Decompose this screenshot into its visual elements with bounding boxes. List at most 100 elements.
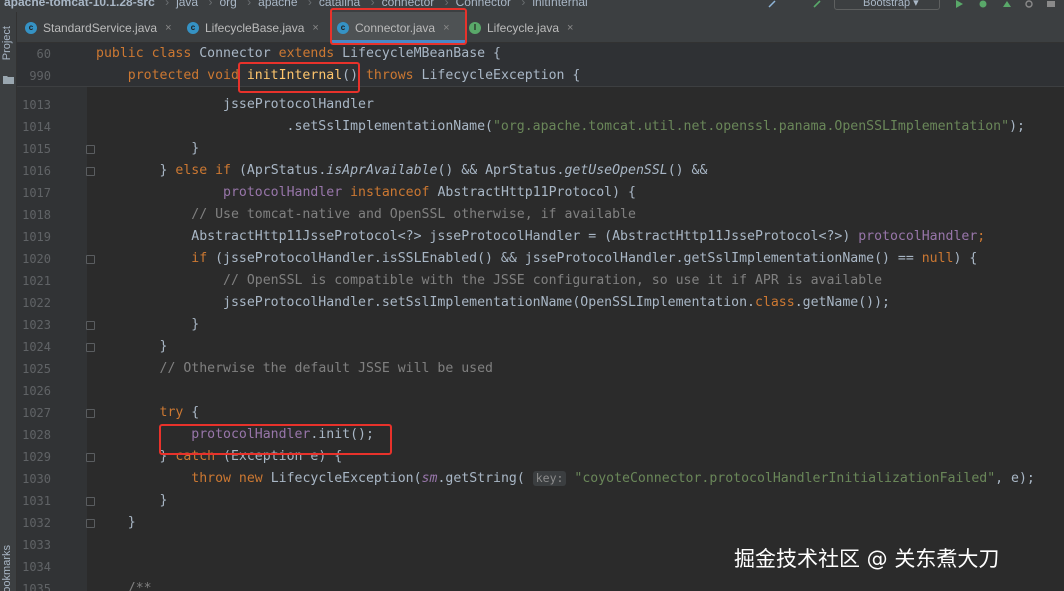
close-icon[interactable]: ×: [165, 22, 171, 34]
code-token: .setSslImplementationName(: [96, 119, 493, 134]
line-number[interactable]: 1026: [17, 380, 51, 402]
run-config-label: Bootstrap: [863, 0, 911, 9]
code-line[interactable]: if (jsseProtocolHandler.isSSLEnabled() &…: [96, 248, 977, 270]
line-number[interactable]: 1017: [17, 182, 51, 204]
code-line[interactable]: }: [96, 314, 199, 336]
line-number[interactable]: 1031: [17, 490, 51, 512]
chevron-down-icon: ▾: [913, 0, 919, 9]
fold-marker-icon[interactable]: [86, 145, 95, 154]
code-line[interactable]: // Use tomcat-native and OpenSSL otherwi…: [96, 204, 636, 226]
close-icon[interactable]: ×: [567, 22, 573, 34]
code-line[interactable]: } else if (AprStatus.isAprAvailable() &&…: [96, 160, 708, 182]
breadcrumb-item[interactable]: initInternal: [532, 0, 587, 9]
code-token: }: [96, 339, 168, 354]
line-number[interactable]: 1023: [17, 314, 51, 336]
code-token: jsseProtocolHandler: [223, 97, 374, 112]
line-number[interactable]: 1033: [17, 534, 51, 556]
tab-lifecyclebase[interactable]: c LifecycleBase.java ×: [187, 12, 337, 43]
breadcrumb-project[interactable]: apache-tomcat-10.1.28-src: [4, 0, 155, 9]
line-number[interactable]: 1013: [17, 94, 51, 116]
bookmarks-tool-window-button[interactable]: Bookmarks: [1, 545, 13, 591]
code-line[interactable]: }: [96, 512, 136, 534]
line-number[interactable]: 990: [17, 65, 51, 87]
tab-label: Lifecycle.java: [487, 20, 560, 35]
fold-marker-icon[interactable]: [86, 167, 95, 176]
folder-icon[interactable]: [3, 75, 14, 84]
line-number[interactable]: 1024: [17, 336, 51, 358]
project-tool-window-button[interactable]: Project: [1, 26, 13, 60]
code-token: , e);: [995, 471, 1035, 486]
code-line[interactable]: /**: [96, 578, 152, 591]
code-line[interactable]: }: [96, 336, 168, 358]
tab-standardservice[interactable]: c StandardService.java ×: [25, 12, 185, 43]
fold-marker-icon[interactable]: [86, 519, 95, 528]
code-line[interactable]: jsseProtocolHandler.setSslImplementation…: [96, 292, 890, 314]
code-line[interactable]: AbstractHttp11JsseProtocol<?> jsseProtoc…: [96, 226, 985, 248]
code-line[interactable]: // Otherwise the default JSSE will be us…: [96, 358, 493, 380]
line-number[interactable]: 1015: [17, 138, 51, 160]
code-token: () && AprStatus.: [437, 163, 565, 178]
line-number[interactable]: 1032: [17, 512, 51, 534]
code-line[interactable]: try {: [96, 402, 200, 424]
code-token: throws: [365, 68, 422, 83]
code-line[interactable]: throw new LifecycleException(sm.getStrin…: [96, 468, 1035, 490]
code-token: protocolHandler: [223, 185, 351, 200]
line-number[interactable]: 1029: [17, 446, 51, 468]
stop-icon[interactable]: [1046, 0, 1056, 8]
profile-icon[interactable]: [1024, 0, 1034, 8]
code-token: AbstractHttp11Protocol) {: [437, 185, 636, 200]
line-number[interactable]: 1030: [17, 468, 51, 490]
code-line[interactable]: }: [96, 490, 168, 512]
editor-tab-bar: c StandardService.java × c LifecycleBase…: [17, 12, 1064, 43]
interface-icon: I: [469, 21, 481, 34]
debug-icon[interactable]: [978, 0, 988, 8]
line-number[interactable]: 1028: [17, 424, 51, 446]
line-number[interactable]: 1016: [17, 160, 51, 182]
close-icon[interactable]: ×: [312, 22, 318, 34]
line-number[interactable]: 1025: [17, 358, 51, 380]
fold-marker-icon[interactable]: [86, 497, 95, 506]
breadcrumb-item[interactable]: apache: [258, 0, 297, 9]
line-number[interactable]: 1022: [17, 292, 51, 314]
line-number[interactable]: 1034: [17, 556, 51, 578]
fold-marker-icon[interactable]: [86, 453, 95, 462]
code-line[interactable]: jsseProtocolHandler: [96, 94, 374, 116]
fold-marker-icon[interactable]: [86, 409, 95, 418]
code-token: .getString(: [437, 471, 533, 486]
tab-lifecycle[interactable]: I Lifecycle.java ×: [469, 12, 599, 43]
code-token: }: [96, 317, 200, 332]
code-token: sm: [421, 471, 438, 486]
code-line[interactable]: // OpenSSL is compatible with the JSSE c…: [96, 270, 882, 292]
breadcrumb-item[interactable]: java: [176, 0, 198, 9]
build-arrow-icon[interactable]: [812, 0, 822, 8]
code-token: LifecycleException {: [421, 68, 581, 83]
fold-marker-icon[interactable]: [86, 255, 95, 264]
line-number[interactable]: 1035: [17, 578, 51, 591]
code-token: null: [921, 251, 954, 266]
fold-marker-icon[interactable]: [86, 321, 95, 330]
fold-marker-icon[interactable]: [86, 343, 95, 352]
line-number[interactable]: 1021: [17, 270, 51, 292]
code-token: LifecycleMBeanBase {: [342, 46, 501, 61]
line-number[interactable]: 1019: [17, 226, 51, 248]
line-number[interactable]: 1018: [17, 204, 51, 226]
run-config-selector[interactable]: Bootstrap ▾: [834, 0, 940, 10]
breadcrumb: apache-tomcat-10.1.28-src › java › org › ap…: [4, 0, 595, 9]
code-token: }: [96, 141, 200, 156]
code-token: class: [754, 295, 795, 310]
breadcrumb-item[interactable]: org: [219, 0, 236, 9]
line-number[interactable]: 60: [17, 43, 51, 65]
line-number[interactable]: 1020: [17, 248, 51, 270]
code-line[interactable]: }: [96, 138, 199, 160]
code-line[interactable]: protocolHandler instanceof AbstractHttp1…: [96, 182, 636, 204]
code-token: else if: [175, 163, 239, 178]
code-line[interactable]: .setSslImplementationName("org.apache.to…: [96, 116, 1025, 138]
coverage-icon[interactable]: [1002, 0, 1012, 8]
run-icon[interactable]: [954, 0, 964, 8]
line-number[interactable]: 1027: [17, 402, 51, 424]
sticky-scope-header[interactable]: 60 public class Connector extends Lifecyc…: [17, 43, 1064, 87]
line-number[interactable]: 1014: [17, 116, 51, 138]
hammer-icon[interactable]: [768, 0, 778, 8]
